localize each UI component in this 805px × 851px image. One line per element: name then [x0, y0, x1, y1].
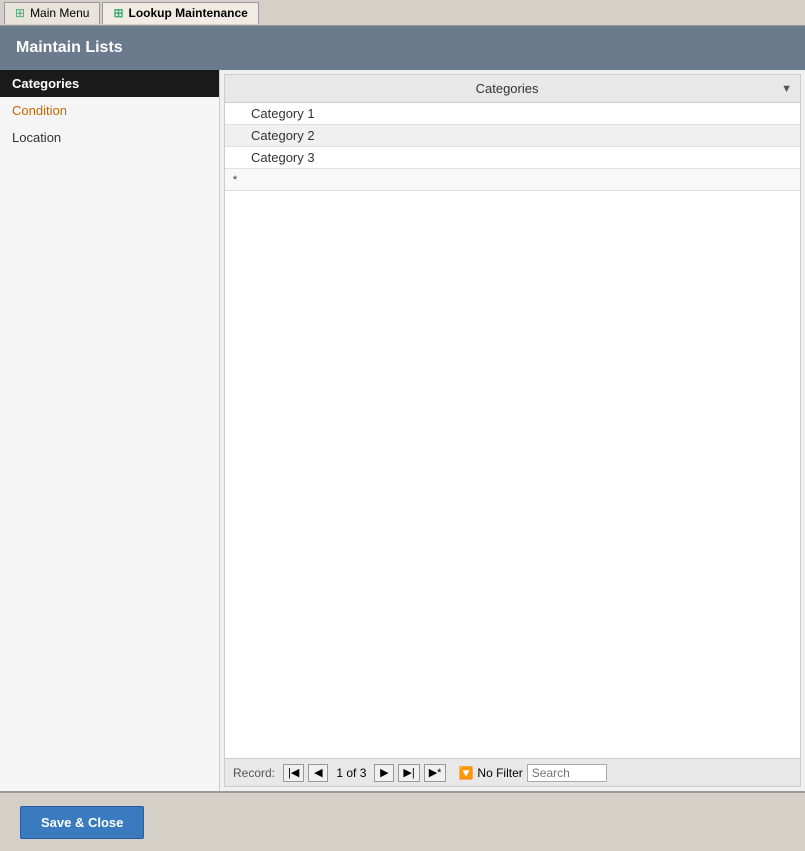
sidebar-item-categories[interactable]: Categories: [0, 70, 219, 97]
grid-column-header: Categories: [233, 81, 781, 96]
table-row[interactable]: Category 2: [225, 125, 800, 147]
tab-main-menu-label: Main Menu: [30, 6, 89, 20]
record-label: Record:: [233, 766, 275, 780]
nav-last-button[interactable]: ▶|: [398, 764, 419, 782]
new-row-indicator: *: [225, 174, 245, 186]
no-filter-label: No Filter: [477, 766, 522, 780]
tab-bar: ⊞ Main Menu ⊞ Lookup Maintenance: [0, 0, 805, 26]
new-row[interactable]: *: [225, 169, 800, 191]
sort-icon[interactable]: ▼: [781, 83, 792, 95]
bottom-bar: Save & Close: [0, 791, 805, 851]
tab-lookup-maintenance[interactable]: ⊞ Lookup Maintenance: [102, 2, 258, 24]
table-row[interactable]: Category 1: [225, 103, 800, 125]
nav-next-button[interactable]: ▶: [374, 764, 394, 782]
sidebar-item-location[interactable]: Location: [0, 124, 219, 151]
grid-icon: ⊞: [113, 6, 123, 20]
data-grid-area: Categories ▼ Category 1 Category 2 Categ…: [224, 74, 801, 787]
row-cell[interactable]: Category 3: [245, 148, 800, 167]
filter-icon: 🔽: [458, 766, 473, 780]
save-close-button[interactable]: Save & Close: [20, 806, 144, 839]
page-title: Maintain Lists: [16, 39, 123, 57]
nav-new-button[interactable]: ▶*: [424, 764, 447, 782]
navigation-bar: Record: |◀ ◀ 1 of 3 ▶ ▶| ▶* 🔽 No Filter: [225, 758, 800, 786]
tab-main-menu[interactable]: ⊞ Main Menu: [4, 2, 100, 24]
row-cell[interactable]: Category 1: [245, 104, 800, 123]
row-cell[interactable]: Category 2: [245, 126, 800, 145]
grid-body: Category 1 Category 2 Category 3 *: [225, 103, 800, 758]
table-row[interactable]: Category 3: [225, 147, 800, 169]
sidebar-item-condition[interactable]: Condition: [0, 97, 219, 124]
record-count: 1 of 3: [336, 766, 366, 780]
main-content: Categories Condition Location Categories…: [0, 70, 805, 791]
home-icon: ⊞: [15, 6, 25, 20]
nav-first-button[interactable]: |◀: [283, 764, 304, 782]
tab-lookup-maintenance-label: Lookup Maintenance: [129, 6, 248, 20]
search-input[interactable]: [527, 764, 607, 782]
filter-area: 🔽 No Filter: [458, 766, 522, 780]
title-bar: Maintain Lists: [0, 26, 805, 70]
sidebar: Categories Condition Location: [0, 70, 220, 791]
nav-prev-button[interactable]: ◀: [308, 764, 328, 782]
new-row-cell[interactable]: [245, 178, 800, 182]
grid-header: Categories ▼: [225, 75, 800, 103]
